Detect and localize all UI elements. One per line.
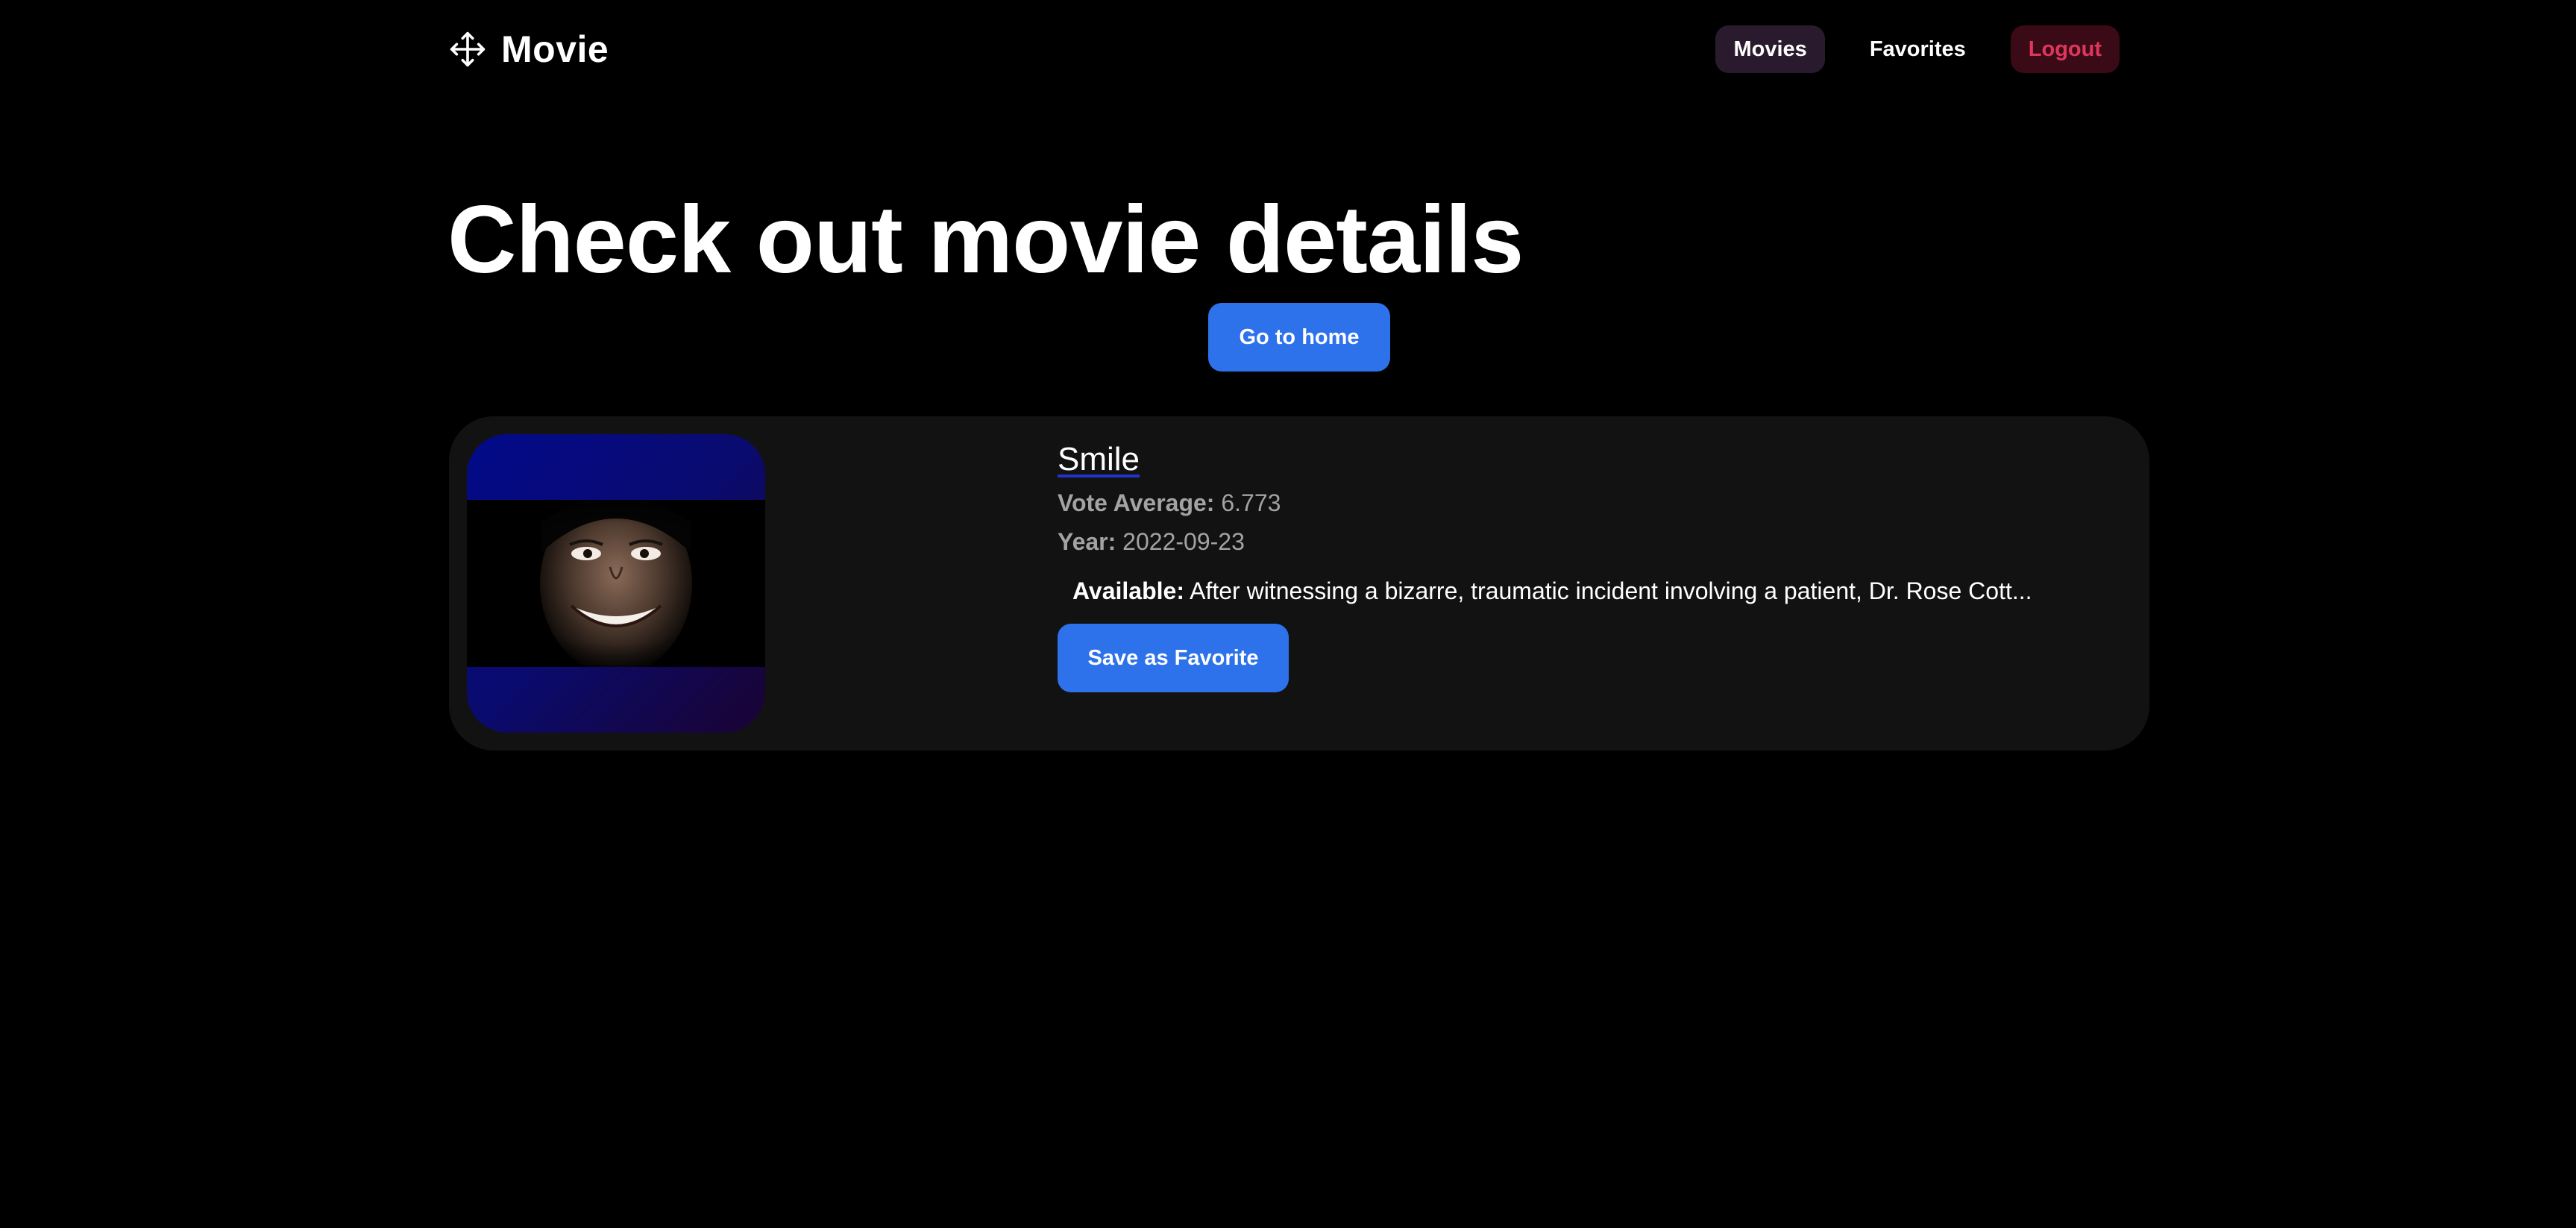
year-label: Year: <box>1058 528 1116 555</box>
brand[interactable]: Movie <box>447 28 609 71</box>
vote-average-label: Vote Average: <box>1058 489 1215 516</box>
movie-info: Smile Vote Average: 6.773 Year: 2022-09-… <box>1058 439 2117 692</box>
move-arrows-icon <box>450 31 486 67</box>
logout-button[interactable]: Logout <box>2010 25 2120 73</box>
nav-movies-link[interactable]: Movies <box>1715 25 1825 73</box>
save-favorite-button[interactable]: Save as Favorite <box>1058 624 1289 692</box>
smiling-face-image <box>467 500 765 667</box>
available-label: Available: <box>1072 577 1184 604</box>
vote-average-row: Vote Average: 6.773 <box>1058 488 2117 518</box>
year-row: Year: 2022-09-23 <box>1058 527 2117 557</box>
top-nav: Movie Movies Favorites Logout <box>447 24 2120 75</box>
nav-favorites-link[interactable]: Favorites <box>1840 25 1996 73</box>
nav-links: Movies Favorites Logout <box>1715 25 2120 73</box>
overview-row: Available: After witnessing a bizarre, t… <box>1058 576 2117 606</box>
go-home-button[interactable]: Go to home <box>1208 303 1390 372</box>
movie-title-link[interactable]: Smile <box>1058 439 1140 480</box>
page-title: Check out movie details <box>447 187 1524 293</box>
movie-poster <box>467 434 765 733</box>
page: Movie Movies Favorites Logout Check out … <box>0 0 2576 1228</box>
overview-text: After witnessing a bizarre, traumatic in… <box>1190 577 2032 604</box>
year-value: 2022-09-23 <box>1122 528 1245 555</box>
brand-name: Movie <box>501 28 609 70</box>
movie-card: Smile Vote Average: 6.773 Year: 2022-09-… <box>449 416 2149 751</box>
poster-image-band <box>467 500 765 667</box>
vote-average-value: 6.773 <box>1221 489 1281 516</box>
